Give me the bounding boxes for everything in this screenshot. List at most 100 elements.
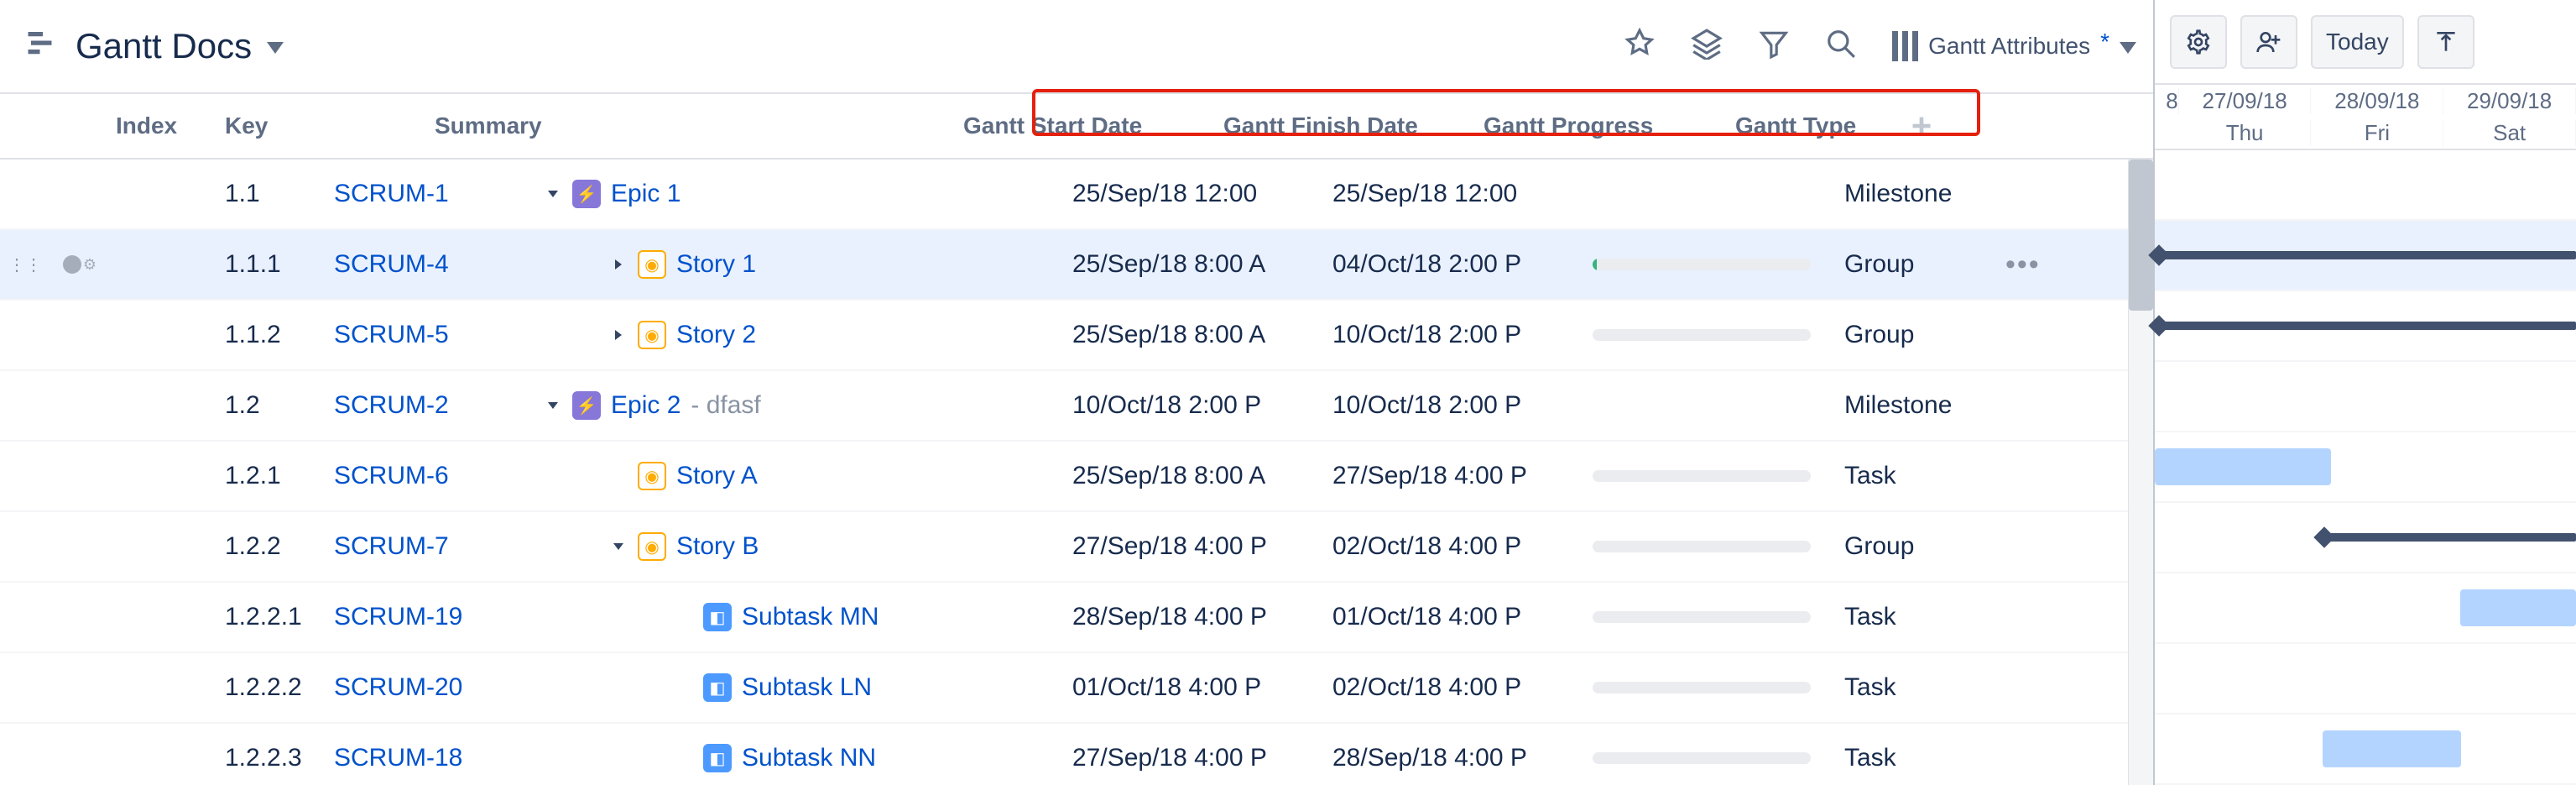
issue-key-link[interactable]: SCRUM-20 <box>334 673 462 701</box>
timeline-row[interactable] <box>2155 150 2576 221</box>
gantt-group-bar[interactable] <box>2155 322 2576 330</box>
cell-start-date: 27/Sep/18 4:00 P <box>1066 532 1326 561</box>
cell-finish-date: 01/Oct/18 4:00 P <box>1326 603 1586 631</box>
issue-key-link[interactable]: SCRUM-5 <box>334 321 449 348</box>
timeline-row[interactable] <box>2155 503 2576 573</box>
resources-button[interactable] <box>2240 15 2297 69</box>
table-row[interactable]: ⋮⋮1.2.2.2SCRUM-20◧Subtask LN01/Oct/18 4:… <box>0 653 2153 724</box>
gantt-group-bar[interactable] <box>2155 251 2576 259</box>
table-row[interactable]: ⋮⋮1.1.1SCRUM-4◉Story 125/Sep/18 8:00 A04… <box>0 230 2153 301</box>
column-header-progress[interactable]: Gantt Progress <box>1477 113 1729 139</box>
progress-bar <box>1593 611 1811 623</box>
pin-icon[interactable] <box>1624 28 1656 65</box>
cell-finish-date: 28/Sep/18 4:00 P <box>1326 744 1586 772</box>
fit-button[interactable] <box>2417 15 2474 69</box>
issue-key-link[interactable]: SCRUM-1 <box>334 180 449 207</box>
cell-type: Task <box>1838 462 2005 490</box>
layers-icon[interactable] <box>1691 28 1723 65</box>
grid-rows: ⋮⋮1.1SCRUM-1⚡Epic 125/Sep/18 12:0025/Sep… <box>0 160 2153 785</box>
expander-right-icon[interactable] <box>609 326 628 344</box>
issue-key-link[interactable]: SCRUM-18 <box>334 744 462 772</box>
issue-key-link[interactable]: SCRUM-19 <box>334 603 462 631</box>
story-icon: ◉ <box>638 321 666 349</box>
cell-type: Group <box>1838 250 2005 279</box>
table-row[interactable]: ⋮⋮1.2.2SCRUM-7◉Story B27/Sep/18 4:00 P02… <box>0 512 2153 583</box>
issue-summary-link[interactable]: Subtask NN <box>742 744 876 772</box>
progress-bar <box>1593 470 1811 482</box>
timeline-date[interactable]: 28/09/18 <box>2311 88 2443 114</box>
column-header-finish[interactable]: Gantt Finish Date <box>1217 113 1477 139</box>
timeline-row[interactable] <box>2155 221 2576 291</box>
expander-down-icon[interactable] <box>544 185 562 203</box>
issue-key-link[interactable]: SCRUM-2 <box>334 391 449 419</box>
cell-start-date: 25/Sep/18 8:00 A <box>1066 462 1326 490</box>
search-icon[interactable] <box>1825 28 1857 65</box>
issue-summary-link[interactable]: Story B <box>676 532 759 561</box>
gantt-group-bar[interactable] <box>2320 533 2576 542</box>
cell-type: Task <box>1838 673 2005 702</box>
epic-icon: ⚡ <box>572 180 601 208</box>
chevron-down-icon <box>267 33 284 60</box>
attributes-dropdown[interactable]: Gantt Attributes* <box>1892 29 2136 64</box>
expander-down-icon[interactable] <box>609 537 628 556</box>
cell-finish-date: 10/Oct/18 2:00 P <box>1326 391 1586 420</box>
column-header-summary[interactable]: Summary <box>428 113 957 139</box>
table-row[interactable]: ⋮⋮1.1.2SCRUM-5◉Story 225/Sep/18 8:00 A10… <box>0 301 2153 371</box>
cell-finish-date: 25/Sep/18 12:00 <box>1326 180 1586 208</box>
timeline-date[interactable]: 27/09/18 <box>2179 88 2312 114</box>
table-row[interactable]: ⋮⋮1.1SCRUM-1⚡Epic 125/Sep/18 12:0025/Sep… <box>0 160 2153 230</box>
timeline-rows[interactable] <box>2155 150 2576 785</box>
timeline-row[interactable] <box>2155 432 2576 503</box>
column-header-type[interactable]: Gantt Type <box>1729 113 1896 139</box>
table-row[interactable]: ⋮⋮1.2.2.1SCRUM-19◧Subtask MN28/Sep/18 4:… <box>0 583 2153 653</box>
column-header-start[interactable]: Gantt Start Date <box>957 113 1217 139</box>
view-title: Gantt Docs <box>76 26 252 66</box>
table-row[interactable]: ⋮⋮1.2.2.3SCRUM-18◧Subtask NN27/Sep/18 4:… <box>0 724 2153 785</box>
issue-summary-link[interactable]: Story 1 <box>676 250 756 279</box>
issue-summary-link[interactable]: Story A <box>676 462 758 490</box>
timeline-row[interactable] <box>2155 573 2576 644</box>
today-button[interactable]: Today <box>2311 15 2404 69</box>
chevron-down-icon <box>2120 33 2136 60</box>
gantt-task-bar[interactable] <box>2155 448 2331 485</box>
cell-type: Task <box>1838 603 2005 631</box>
issue-summary-link[interactable]: Story 2 <box>676 321 756 349</box>
timeline-date[interactable]: 29/09/18 <box>2443 88 2576 114</box>
timeline-days: Thu Fri Sat <box>2155 117 2576 149</box>
column-header-key[interactable]: Key <box>218 113 428 139</box>
add-column-button[interactable] <box>1896 114 1947 138</box>
scrollbar-thumb[interactable] <box>2129 160 2153 311</box>
gantt-task-bar[interactable] <box>2460 589 2576 626</box>
gantt-task-bar[interactable] <box>2323 730 2461 767</box>
issue-summary-link[interactable]: Subtask LN <box>742 673 872 702</box>
column-header-index[interactable]: Index <box>109 113 218 139</box>
timeline-row[interactable] <box>2155 644 2576 714</box>
progress-bar <box>1593 329 1811 341</box>
settings-button[interactable] <box>2170 15 2227 69</box>
timeline-date-partial: 8 <box>2155 88 2179 114</box>
cell-type: Task <box>1838 744 2005 772</box>
timeline-row[interactable] <box>2155 714 2576 785</box>
table-row[interactable]: ⋮⋮1.2SCRUM-2⚡Epic 2 - dfasf10/Oct/18 2:0… <box>0 371 2153 442</box>
timeline-row[interactable] <box>2155 291 2576 362</box>
cell-progress <box>1586 259 1838 270</box>
issue-summary-link[interactable]: Epic 2 <box>611 391 681 420</box>
issue-key-link[interactable]: SCRUM-4 <box>334 250 449 278</box>
table-row[interactable]: ⋮⋮1.2.1SCRUM-6◉Story A25/Sep/18 8:00 A27… <box>0 442 2153 512</box>
issue-summary-link[interactable]: Epic 1 <box>611 180 681 208</box>
issue-key-link[interactable]: SCRUM-7 <box>334 532 449 560</box>
issue-key-link[interactable]: SCRUM-6 <box>334 462 449 489</box>
gantt-group-start-marker <box>2313 526 2334 547</box>
cell-start-date: 27/Sep/18 4:00 P <box>1066 744 1326 772</box>
issue-summary-link[interactable]: Subtask MN <box>742 603 879 631</box>
timeline-row[interactable] <box>2155 362 2576 432</box>
cell-index: 1.2.2.1 <box>218 603 327 631</box>
expander-down-icon[interactable] <box>544 396 562 415</box>
filter-icon[interactable] <box>1758 28 1790 65</box>
view-title-dropdown[interactable]: Gantt Docs <box>25 26 284 67</box>
row-actions-button[interactable]: ••• <box>2005 249 2056 281</box>
progress-bar <box>1593 541 1811 552</box>
drag-handle-icon[interactable]: ⋮⋮ <box>0 254 50 275</box>
row-marker[interactable] <box>50 255 109 274</box>
expander-right-icon[interactable] <box>609 255 628 274</box>
